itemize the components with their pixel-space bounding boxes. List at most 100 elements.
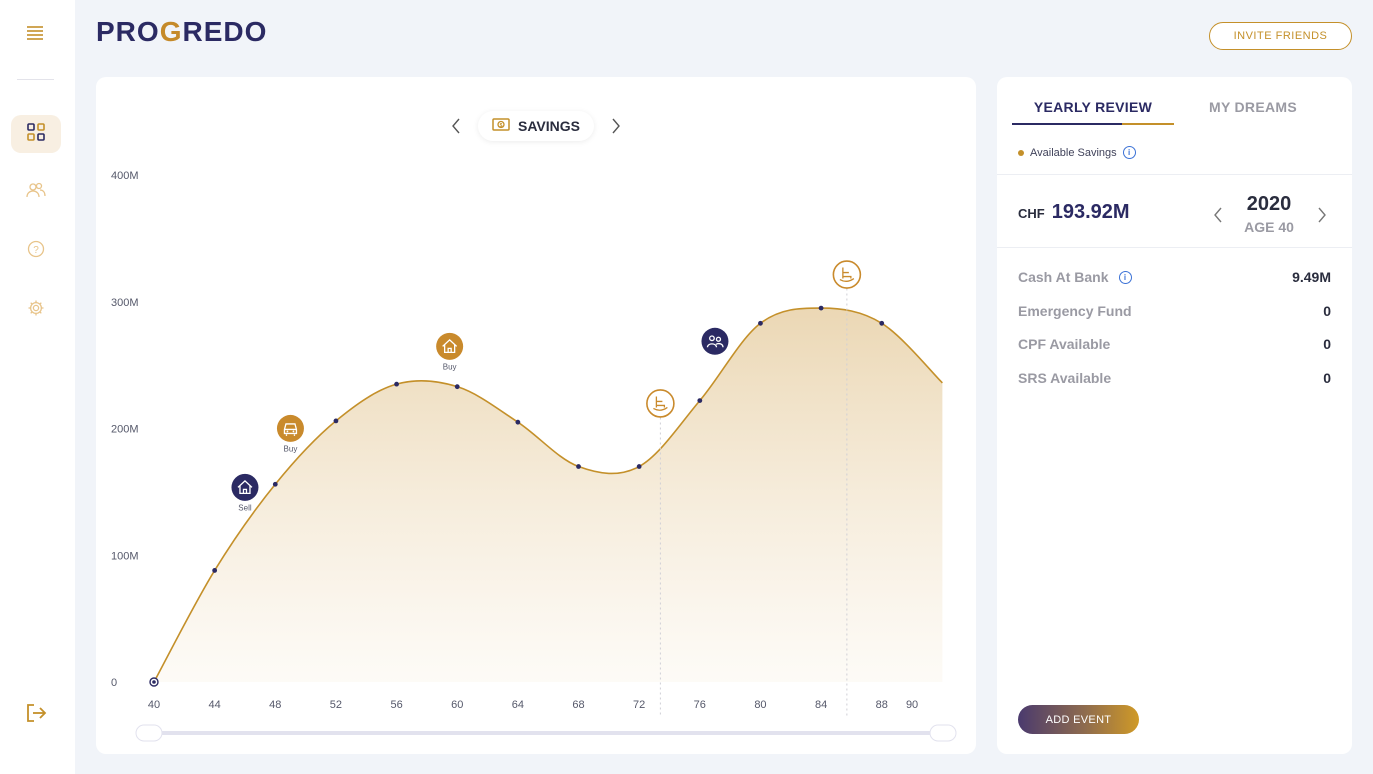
detail-row-srs-available: SRS Available 0 <box>1018 368 1331 388</box>
grid-icon <box>27 122 45 146</box>
event-label: Buy <box>443 362 457 371</box>
chevron-right-icon[interactable] <box>606 116 626 136</box>
x-tick-label: 90 <box>906 699 918 711</box>
x-tick-label: 60 <box>451 699 463 711</box>
event-marker-house[interactable]: Buy <box>436 332 464 372</box>
menu-icon[interactable] <box>24 22 46 44</box>
tab-yearly-review[interactable]: YEARLY REVIEW <box>1012 99 1174 125</box>
legend-dot <box>1018 149 1024 156</box>
help-icon: ? <box>27 240 45 263</box>
add-event-button[interactable]: ADD EVENT <box>1018 705 1139 734</box>
tab-my-dreams[interactable]: MY DREAMS <box>1182 99 1324 125</box>
x-tick-label: 48 <box>269 699 281 711</box>
chart-selector[interactable]: $ SAVINGS <box>478 111 594 141</box>
data-point[interactable] <box>758 320 763 326</box>
year-value: 2020 <box>1246 193 1292 215</box>
detail-row-cpf-available: CPF Available 0 <box>1018 334 1331 354</box>
svg-text:$: $ <box>500 123 503 129</box>
data-point[interactable] <box>818 305 824 311</box>
x-tick-label: 84 <box>815 699 827 711</box>
y-tick-label: 400M <box>111 170 139 182</box>
chevron-right-icon[interactable] <box>1314 205 1330 225</box>
money-icon: $ <box>492 118 510 134</box>
detail-value: 9.49M <box>1292 269 1331 285</box>
balance-amount: 193.92M <box>1051 201 1130 223</box>
sidebar-item-people[interactable] <box>11 173 61 211</box>
chart-selector-label: SAVINGS <box>518 118 580 134</box>
divider <box>997 174 1352 175</box>
range-handle-right[interactable] <box>929 724 957 742</box>
y-tick-label: 100M <box>111 550 139 562</box>
y-tick-label: 300M <box>111 297 139 309</box>
detail-value: 0 <box>1323 370 1331 386</box>
event-marker-family[interactable] <box>701 327 729 355</box>
invite-friends-button[interactable]: INVITE FRIENDS <box>1209 22 1352 50</box>
detail-row-emergency-fund: Emergency Fund 0 <box>1018 301 1331 321</box>
age-value: AGE 40 <box>1244 219 1294 235</box>
sidebar-item-help[interactable]: ? <box>11 232 61 270</box>
x-tick-label: 56 <box>390 699 402 711</box>
x-tick-label: 40 <box>148 699 160 711</box>
detail-label: Emergency Fund <box>1018 303 1132 319</box>
detail-row-cash-at-bank: Cash At Bank i 9.49M <box>1018 267 1331 287</box>
range-slider[interactable] <box>135 724 957 742</box>
data-point[interactable] <box>394 381 399 387</box>
data-point[interactable] <box>333 418 339 424</box>
event-badge <box>276 414 304 442</box>
savings-area <box>154 308 943 682</box>
chart-card: Sell Buy Buy 400M 300M 200M 100M 0 40 44 48 52 56 60… <box>96 77 976 754</box>
info-icon[interactable]: i <box>1122 146 1136 159</box>
legend-label: Available Savings <box>1030 146 1117 159</box>
event-marker-house[interactable]: Sell <box>231 473 259 513</box>
data-point[interactable] <box>636 464 642 469</box>
data-point[interactable] <box>212 568 218 573</box>
detail-value: 0 <box>1323 336 1331 352</box>
review-panel: YEARLY REVIEW MY DREAMS Available Saving… <box>997 77 1352 754</box>
savings-chart: Sell Buy Buy 400M 300M 200M 100M 0 40 44 48 52 56 60… <box>111 170 957 742</box>
sidebar-item-dashboard[interactable] <box>11 115 61 153</box>
event-badge <box>832 260 862 289</box>
year-selector: 2020 AGE 40 <box>1210 191 1334 239</box>
event-badge <box>231 473 259 501</box>
event-badge <box>436 332 464 360</box>
range-track <box>136 731 954 735</box>
people-icon <box>26 181 46 204</box>
event-badge <box>646 389 675 418</box>
x-tick-label: 64 <box>512 699 524 711</box>
gear-icon <box>27 299 45 322</box>
y-tick-label: 200M <box>111 424 139 436</box>
x-tick-label: 80 <box>754 699 766 711</box>
chart-nav: $ SAVINGS <box>446 110 626 142</box>
event-marker-car[interactable]: Buy <box>276 414 304 454</box>
x-tick-label: 44 <box>209 699 221 711</box>
x-tick-label: 76 <box>694 699 706 711</box>
available-savings-legend: Available Savings i <box>1018 146 1136 159</box>
info-icon[interactable]: i <box>1118 270 1132 284</box>
detail-label: SRS Available <box>1018 370 1112 386</box>
logo[interactable]: PROGREDO <box>96 16 267 48</box>
data-point-core <box>152 680 156 684</box>
data-point[interactable] <box>576 464 581 469</box>
sidebar-divider <box>17 79 54 80</box>
data-point[interactable] <box>879 320 885 326</box>
event-badge <box>701 327 729 355</box>
detail-value: 0 <box>1323 303 1331 319</box>
x-tick-label: 52 <box>330 699 342 711</box>
logout-icon[interactable] <box>24 701 48 725</box>
y-tick-label: 0 <box>111 677 117 689</box>
data-point[interactable] <box>515 419 521 425</box>
x-tick-label: 88 <box>876 699 888 711</box>
detail-label: CPF Available <box>1018 336 1111 352</box>
x-tick-label: 72 <box>633 699 645 711</box>
range-handle-left[interactable] <box>135 724 163 742</box>
chevron-left-icon[interactable] <box>446 116 466 136</box>
chevron-left-icon[interactable] <box>1210 205 1226 225</box>
sidebar: ? <box>0 0 75 774</box>
data-point[interactable] <box>697 398 703 404</box>
currency-label: CHF <box>1018 206 1045 221</box>
detail-label: Cash At Bank <box>1018 269 1109 285</box>
data-point[interactable] <box>272 481 278 487</box>
svg-text:?: ? <box>33 245 39 256</box>
data-point[interactable] <box>454 384 460 390</box>
sidebar-item-settings[interactable] <box>11 291 61 329</box>
